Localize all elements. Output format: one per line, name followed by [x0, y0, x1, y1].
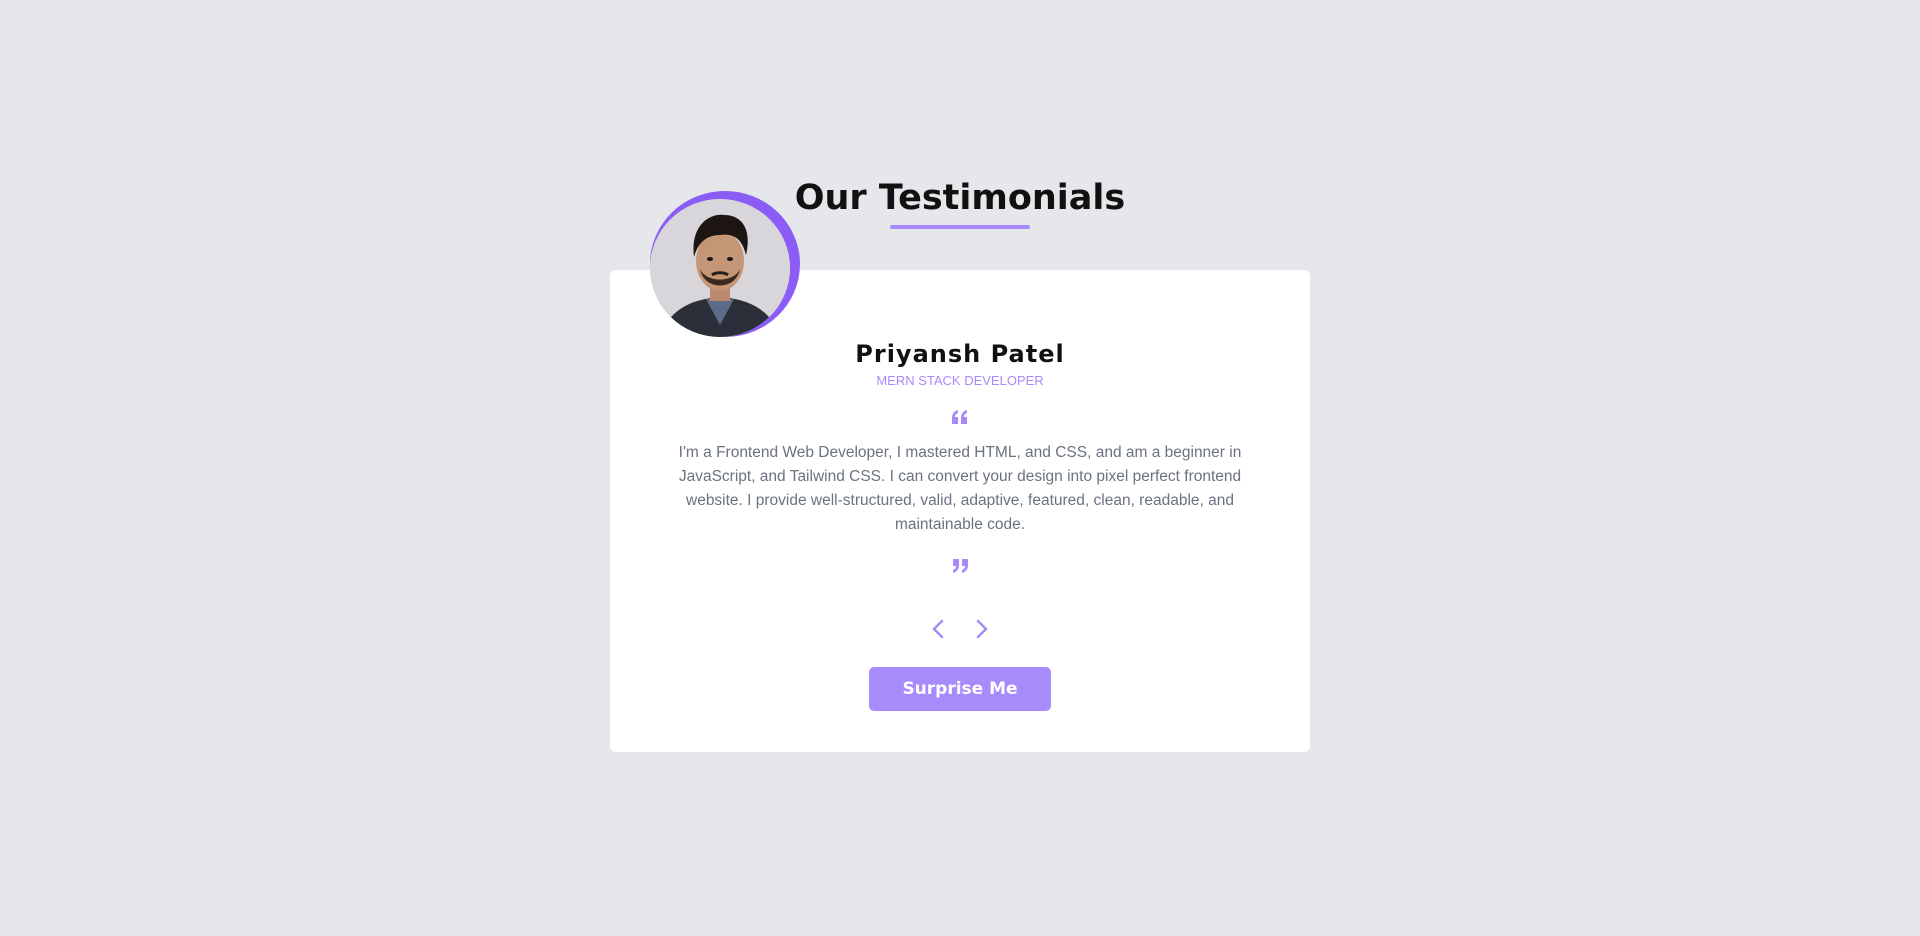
quote-right-icon [950, 555, 970, 575]
chevron-right-icon [976, 619, 988, 639]
avatar [650, 199, 790, 337]
testimonial-name: Priyansh Patel [855, 340, 1065, 368]
testimonials-page: Our Testimonials Priyansh Patel MERN STA… [0, 0, 1920, 936]
title-underline [890, 225, 1030, 229]
surprise-me-button[interactable]: Surprise Me [869, 667, 1051, 711]
testimonial-role: MERN STACK DEVELOPER [876, 373, 1044, 388]
next-button[interactable] [968, 616, 994, 642]
page-title: Our Testimonials [794, 178, 1126, 218]
avatar-container [650, 191, 800, 337]
quote-left-icon [950, 408, 970, 428]
avatar-image [650, 199, 790, 337]
testimonial-text: I'm a Frontend Web Developer, I mastered… [678, 444, 1242, 533]
chevron-left-icon [932, 619, 944, 639]
previous-button[interactable] [926, 616, 952, 642]
